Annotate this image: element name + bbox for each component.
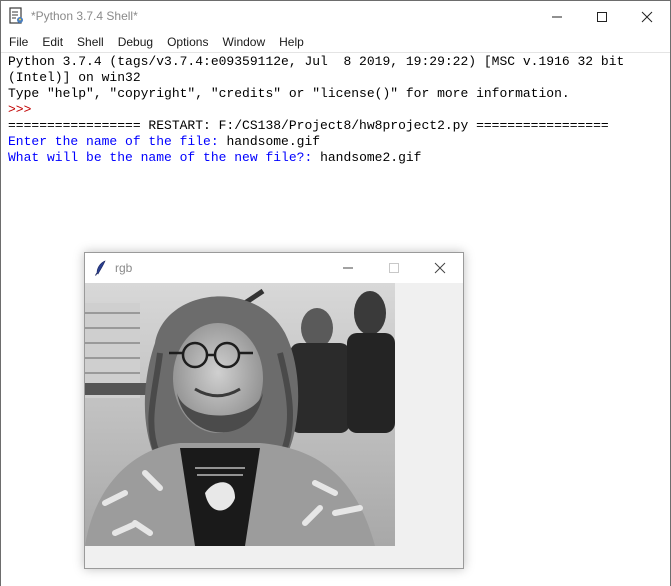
rgb-close-button[interactable] bbox=[417, 253, 463, 283]
close-button[interactable] bbox=[624, 1, 670, 32]
banner-line-3: Type "help", "copyright", "credits" or "… bbox=[8, 86, 570, 101]
window-title: *Python 3.7.4 Shell* bbox=[31, 9, 138, 23]
shell-titlebar[interactable]: *Python 3.7.4 Shell* bbox=[1, 1, 670, 32]
input-line-1: Enter the name of the file: handsome.gif bbox=[8, 134, 670, 150]
menu-options[interactable]: Options bbox=[160, 32, 215, 52]
maximize-icon bbox=[597, 11, 607, 22]
maximize-button[interactable] bbox=[579, 1, 625, 32]
rgb-window-title: rgb bbox=[115, 261, 133, 275]
menu-bar: File Edit Shell Debug Options Window Hel… bbox=[1, 32, 670, 52]
minimize-icon bbox=[552, 16, 562, 17]
menu-shell[interactable]: Shell bbox=[70, 32, 111, 52]
menu-debug[interactable]: Debug bbox=[111, 32, 160, 52]
menu-file[interactable]: File bbox=[2, 32, 35, 52]
banner-line-2: (Intel)] on win32 bbox=[8, 70, 141, 85]
input-value-1: handsome.gif bbox=[226, 134, 321, 149]
input-value-2: handsome2.gif bbox=[320, 150, 422, 165]
tk-feather-icon bbox=[95, 260, 106, 276]
menu-edit[interactable]: Edit bbox=[35, 32, 70, 52]
photo-image bbox=[85, 283, 395, 546]
idle-shell-icon bbox=[9, 7, 23, 24]
menu-window[interactable]: Window bbox=[215, 32, 272, 52]
minimize-button[interactable] bbox=[534, 1, 580, 32]
maximize-icon bbox=[389, 263, 399, 273]
restart-line: ================= RESTART: F:/CS138/Proj… bbox=[8, 118, 609, 133]
close-icon bbox=[641, 11, 653, 22]
input-prompt-2: What will be the name of the new file?: bbox=[8, 150, 321, 165]
shell-output[interactable]: Python 3.7.4 (tags/v3.7.4:e09359112e, Ju… bbox=[8, 54, 670, 166]
shell-prompt: >>> bbox=[8, 102, 40, 117]
minimize-icon bbox=[343, 267, 353, 269]
menu-help[interactable]: Help bbox=[272, 32, 311, 52]
rgb-minimize-button[interactable] bbox=[325, 253, 371, 283]
input-line-2: What will be the name of the new file?: … bbox=[8, 150, 670, 166]
banner-line-1: Python 3.7.4 (tags/v3.7.4:e09359112e, Ju… bbox=[8, 54, 625, 69]
rgb-window: rgb bbox=[84, 252, 464, 569]
rgb-titlebar[interactable]: rgb bbox=[85, 253, 463, 283]
close-icon bbox=[434, 262, 446, 274]
input-prompt-1: Enter the name of the file: bbox=[8, 134, 227, 149]
rgb-maximize-button bbox=[371, 253, 417, 283]
grayscale-photo bbox=[85, 283, 395, 546]
menu-separator bbox=[1, 52, 670, 53]
